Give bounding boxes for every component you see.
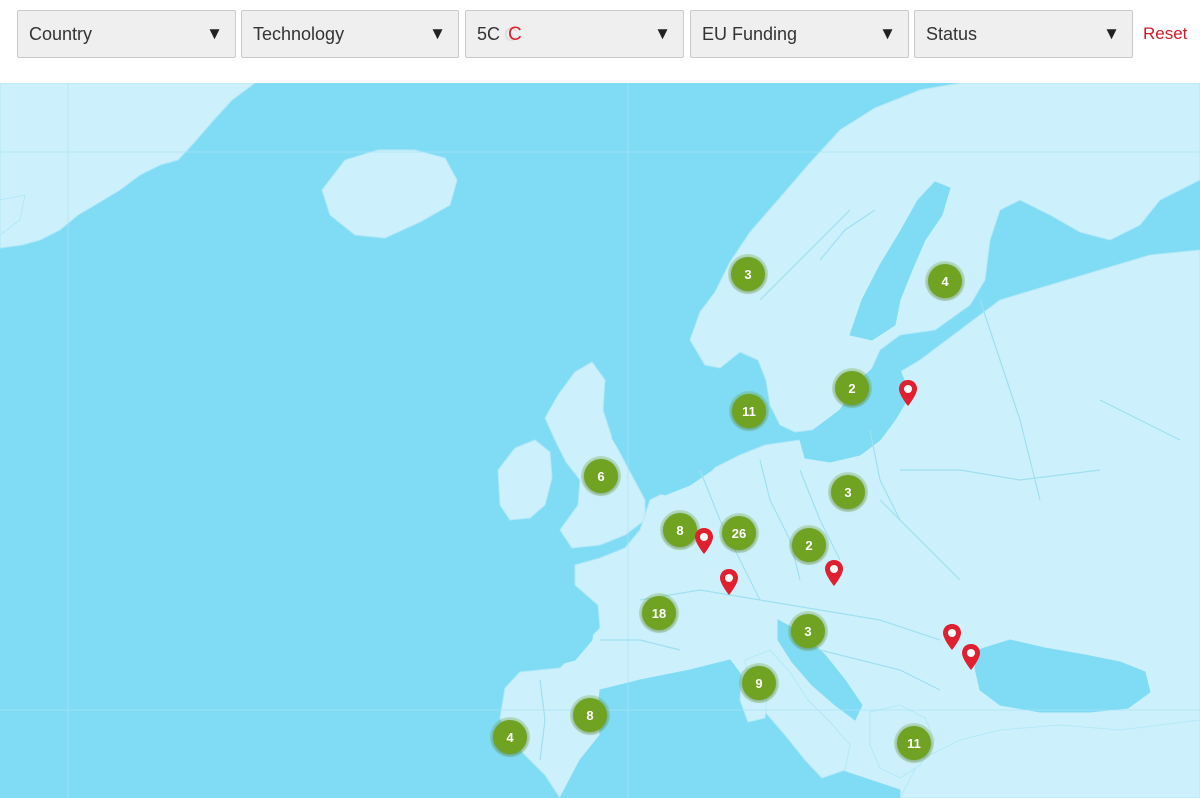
marker-cluster-balkans[interactable]: 3 — [791, 614, 825, 648]
loading-spinner-icon: C — [508, 24, 522, 45]
filter-bar: Country ▼ Technology ▼ 5C C ▼ EU Funding … — [0, 0, 1200, 83]
eu-funding-filter-dropdown[interactable]: EU Funding ▼ — [690, 10, 909, 58]
cluster-count: 11 — [907, 735, 921, 751]
marker-cluster-czechia[interactable]: 2 — [792, 528, 826, 562]
cluster-count: 8 — [676, 522, 684, 538]
marker-cluster-sweden-south[interactable]: 2 — [835, 371, 869, 405]
map-pin-icon-romania-coast[interactable] — [961, 643, 981, 671]
technology-filter-dropdown[interactable]: Technology ▼ — [241, 10, 459, 58]
marker-cluster-poland[interactable]: 3 — [831, 475, 865, 509]
marker-cluster-germany[interactable]: 26 — [722, 516, 756, 550]
status-filter-label: Status — [926, 24, 978, 44]
marker-cluster-greece[interactable]: 11 — [897, 726, 931, 760]
map-pin-icon-latvia[interactable] — [898, 379, 918, 407]
eu-funding-filter-label: EU Funding — [702, 24, 798, 44]
marker-cluster-denmark[interactable]: 11 — [732, 394, 766, 428]
cluster-count: 4 — [506, 729, 514, 745]
chevron-down-icon: ▼ — [429, 24, 446, 43]
marker-cluster-france[interactable]: 18 — [642, 596, 676, 630]
map-pin-icon-switzerland[interactable] — [719, 568, 739, 596]
chevron-down-icon: ▼ — [879, 24, 896, 43]
status-filter-dropdown[interactable]: Status ▼ — [914, 10, 1133, 58]
technology-filter-label: Technology — [253, 24, 345, 44]
map-pin-icon-austria[interactable] — [824, 559, 844, 587]
cluster-count: 9 — [755, 675, 763, 691]
cluster-count: 8 — [586, 707, 594, 723]
chevron-down-icon: ▼ — [206, 24, 223, 43]
cluster-count: 4 — [941, 273, 949, 289]
map-pin-icon-luxembourg[interactable] — [694, 527, 714, 555]
marker-cluster-norway[interactable]: 3 — [731, 257, 765, 291]
cluster-count: 18 — [651, 605, 667, 621]
marker-cluster-finland[interactable]: 4 — [928, 264, 962, 298]
cluster-count: 6 — [597, 468, 605, 484]
marker-cluster-uk[interactable]: 6 — [584, 459, 618, 493]
chevron-down-icon: ▼ — [1103, 24, 1120, 43]
marker-cluster-benelux[interactable]: 8 — [663, 513, 697, 547]
cluster-count: 2 — [848, 380, 856, 396]
cluster-count: 3 — [844, 484, 852, 500]
cluster-count: 3 — [744, 266, 752, 282]
marker-cluster-italy[interactable]: 9 — [742, 666, 776, 700]
country-filter-dropdown[interactable]: Country ▼ — [17, 10, 236, 58]
cluster-count: 3 — [804, 623, 812, 639]
country-filter-label: Country — [29, 24, 93, 44]
cluster-count: 26 — [731, 525, 747, 541]
cluster-count: 11 — [742, 403, 756, 419]
map-background — [0, 83, 1200, 798]
cluster-count: 2 — [805, 537, 813, 553]
reset-link[interactable]: Reset — [1143, 24, 1187, 44]
marker-cluster-spain[interactable]: 8 — [573, 698, 607, 732]
5c-filter-label: 5C — [477, 24, 501, 44]
map-pin-icon-romania[interactable] — [942, 623, 962, 651]
chevron-down-icon: ▼ — [654, 24, 671, 43]
5c-filter-dropdown[interactable]: 5C C ▼ — [465, 10, 684, 58]
europe-map[interactable]: 3 4 2 11 6 3 8 26 2 18 3 9 8 4 11 — [0, 83, 1200, 798]
marker-cluster-portugal[interactable]: 4 — [493, 720, 527, 754]
